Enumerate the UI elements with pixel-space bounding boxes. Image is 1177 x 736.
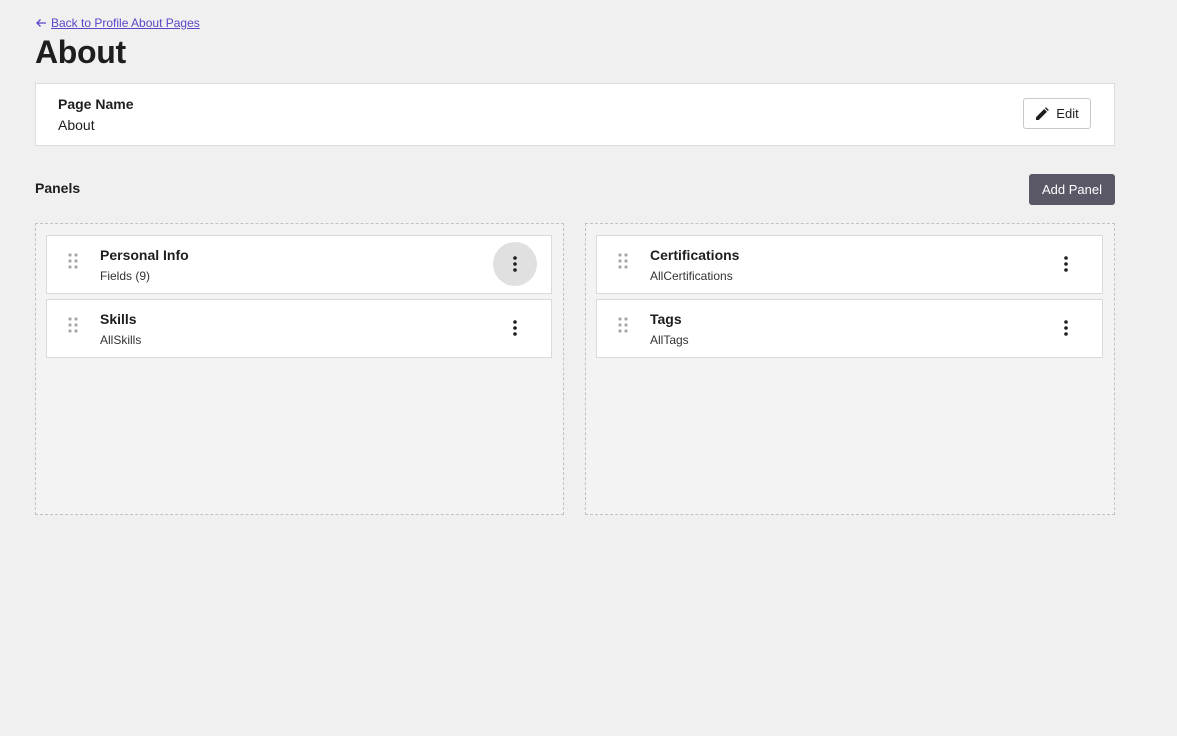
panel-title: Tags [650, 311, 682, 327]
arrow-left-icon [36, 19, 46, 27]
panel-card-skills[interactable]: Skills AllSkills [46, 299, 552, 358]
more-vertical-icon [1064, 256, 1068, 272]
drag-handle-icon[interactable] [68, 317, 78, 333]
panels-heading: Panels [35, 180, 81, 196]
panel-title: Skills [100, 311, 137, 327]
panel-menu-button[interactable] [1044, 242, 1088, 286]
page-title: About [35, 34, 126, 70]
panel-title: Certifications [650, 247, 740, 263]
panel-menu-button[interactable] [1044, 306, 1088, 350]
panel-menu-button[interactable] [493, 242, 537, 286]
panel-subtitle: AllTags [650, 333, 689, 347]
page-name-label: Page Name [58, 96, 134, 112]
panel-column-right: Certifications AllCertifications Tags Al… [585, 223, 1115, 515]
panel-card-tags[interactable]: Tags AllTags [596, 299, 1103, 358]
more-vertical-icon [513, 256, 517, 272]
edit-button[interactable]: Edit [1023, 98, 1091, 129]
drag-handle-icon[interactable] [618, 253, 628, 269]
more-vertical-icon [513, 320, 517, 336]
back-link-label: Back to Profile About Pages [51, 16, 200, 30]
panel-card-personal-info[interactable]: Personal Info Fields (9) [46, 235, 552, 294]
page-name-value: About [58, 117, 95, 133]
page-name-card: Page Name About Edit [35, 83, 1115, 146]
edit-button-label: Edit [1056, 106, 1079, 121]
drag-handle-icon[interactable] [68, 253, 78, 269]
panel-menu-button[interactable] [493, 306, 537, 350]
panel-subtitle: Fields (9) [100, 269, 151, 283]
panel-subtitle: AllCertifications [650, 269, 733, 283]
pencil-icon [1036, 106, 1050, 120]
panel-subtitle: AllSkills [100, 333, 142, 347]
back-link[interactable]: Back to Profile About Pages [35, 16, 200, 30]
more-vertical-icon [1064, 320, 1068, 336]
panel-card-certifications[interactable]: Certifications AllCertifications [596, 235, 1103, 294]
drag-handle-icon[interactable] [618, 317, 628, 333]
panel-column-left: Personal Info Fields (9) Skills AllSkill… [35, 223, 564, 515]
panel-title: Personal Info [100, 247, 189, 263]
add-panel-button[interactable]: Add Panel [1029, 174, 1115, 205]
